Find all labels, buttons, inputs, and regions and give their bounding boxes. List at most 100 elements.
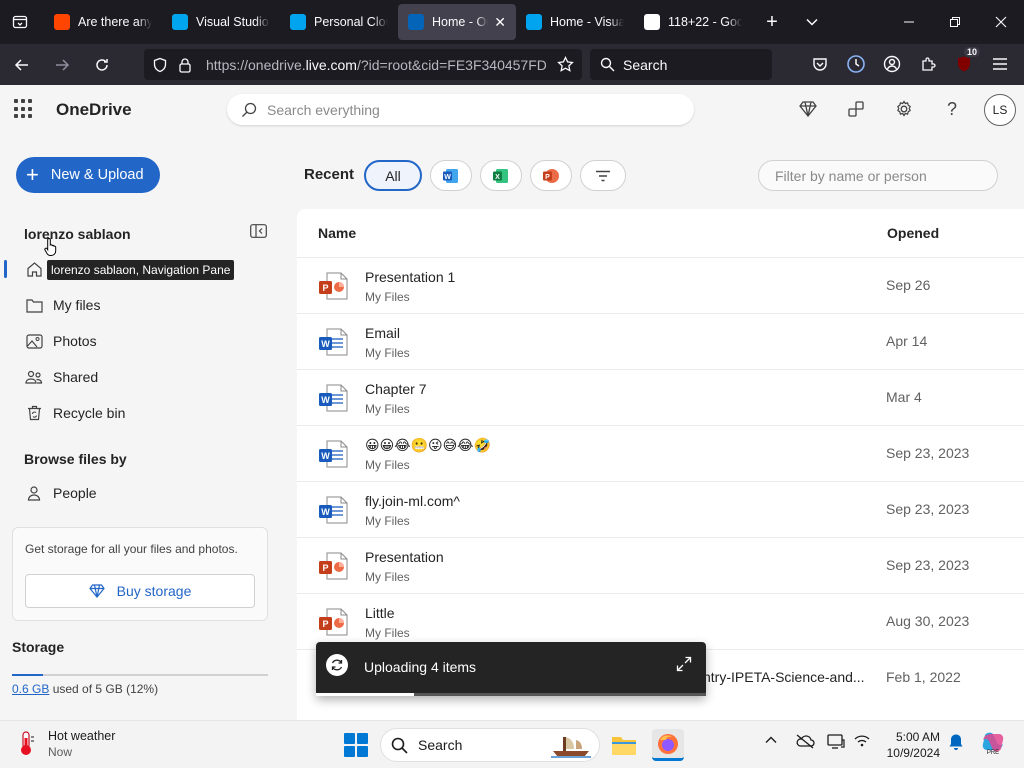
browser-search-placeholder: Search xyxy=(623,56,668,73)
new-and-upload-button[interactable]: + New & Upload xyxy=(16,157,160,193)
sidebar-item-people[interactable]: People xyxy=(0,475,280,511)
filter-word-pill[interactable]: W xyxy=(430,160,472,191)
extensions-puzzle-icon[interactable] xyxy=(910,48,946,80)
file-name[interactable]: Presentation xyxy=(365,549,444,565)
browser-tab[interactable]: 118+22 - Google xyxy=(634,4,752,40)
network-tray-icon[interactable] xyxy=(853,733,871,754)
storage-used-link[interactable]: 0.6 GB xyxy=(12,682,49,696)
display-tray-icon[interactable] xyxy=(827,733,845,754)
browser-tab[interactable]: Home - OneDrive ✕ xyxy=(398,4,516,40)
weather-widget[interactable]: Hot weather Now xyxy=(16,729,115,759)
user-name[interactable]: lorenzo sablaon xyxy=(24,226,131,242)
filter-excel-pill[interactable]: X xyxy=(480,160,522,191)
search-icon xyxy=(600,57,615,72)
app-launcher-icon[interactable] xyxy=(14,99,34,119)
search-everything-input[interactable]: Search everything xyxy=(227,94,694,125)
ublock-extension-icon[interactable]: 10 xyxy=(946,47,982,80)
sync-icon[interactable] xyxy=(844,97,868,121)
sidebar-item-shared[interactable]: Shared xyxy=(0,359,280,395)
bookmark-star-icon[interactable] xyxy=(557,56,574,73)
table-row[interactable]: W Email My Files Apr 14 xyxy=(297,313,1024,369)
browser-tab[interactable]: Are there any xyxy=(44,4,162,40)
pocket-icon[interactable] xyxy=(802,48,838,80)
file-name[interactable]: Little xyxy=(365,605,395,621)
tab-title: Visual Studio C xyxy=(196,15,270,29)
sidebar-item-photos[interactable]: Photos xyxy=(0,323,280,359)
browser-tab[interactable]: Home - Visual xyxy=(516,4,634,40)
extension-clock-icon[interactable] xyxy=(838,48,874,80)
lock-icon[interactable] xyxy=(178,57,192,73)
table-row[interactable]: W Chapter 7 My Files Mar 4 xyxy=(297,369,1024,425)
new-and-upload-label: New & Upload xyxy=(50,167,144,183)
settings-gear-icon[interactable] xyxy=(892,97,916,121)
filter-options-pill[interactable] xyxy=(580,160,626,191)
list-all-tabs-icon[interactable] xyxy=(792,4,832,40)
table-row[interactable]: W 😀😀😂😬😜😅😂🤣 My Files Sep 23, 2023 xyxy=(297,425,1024,481)
taskbar-clock[interactable]: 5:00 AM 10/9/2024 xyxy=(880,729,940,761)
url-domain: live.com xyxy=(305,56,357,73)
tab-title: Are there any xyxy=(78,15,152,29)
onedrive-brand[interactable]: OneDrive xyxy=(56,100,132,120)
buy-storage-button[interactable]: Buy storage xyxy=(25,574,255,608)
windows-taskbar: Hot weather Now Search 5:00 AM 10/9/2024… xyxy=(0,720,1024,768)
browse-files-by-heading: Browse files by xyxy=(24,451,127,467)
collapse-pane-icon[interactable] xyxy=(250,224,267,243)
firefox-taskbar-icon[interactable] xyxy=(652,729,684,761)
home-icon xyxy=(25,260,43,278)
table-row[interactable]: P Little My Files Aug 30, 2023 xyxy=(297,593,1024,649)
taskbar-search[interactable]: Search xyxy=(380,728,600,762)
svg-text:P: P xyxy=(322,563,328,573)
weather-title: Hot weather xyxy=(48,729,116,743)
premium-diamond-icon[interactable] xyxy=(796,97,820,121)
file-name[interactable]: ntry-IPETA-Science-and... xyxy=(703,669,865,685)
onedrive-cloud-tray-icon[interactable] xyxy=(795,733,815,754)
filter-powerpoint-pill[interactable]: P xyxy=(530,160,572,191)
menu-hamburger-icon[interactable] xyxy=(982,48,1018,80)
file-opened-date: Sep 26 xyxy=(886,277,931,293)
file-name[interactable]: 😀😀😂😬😜😅😂🤣 xyxy=(365,437,491,454)
column-header-opened[interactable]: Opened xyxy=(887,209,939,257)
notifications-bell-icon[interactable] xyxy=(948,733,964,756)
table-row[interactable]: P Presentation My Files Sep 23, 2023 xyxy=(297,537,1024,593)
help-icon[interactable]: ? xyxy=(940,97,964,121)
new-tab-button[interactable]: + xyxy=(752,4,792,40)
file-name[interactable]: Presentation 1 xyxy=(365,269,455,285)
close-tab-icon[interactable]: ✕ xyxy=(494,14,506,31)
reload-button[interactable] xyxy=(84,49,120,81)
account-icon[interactable] xyxy=(874,48,910,80)
file-name[interactable]: Email xyxy=(365,325,400,341)
upload-toast[interactable]: Uploading 4 items xyxy=(316,642,706,696)
file-explorer-icon[interactable] xyxy=(608,729,640,761)
shield-icon[interactable] xyxy=(152,57,168,73)
table-row[interactable]: Wfly.join-ml.com^ My Files Sep 23, 2023 xyxy=(297,481,1024,537)
sidebar-item-my-files[interactable]: My files xyxy=(0,287,280,323)
powerpoint-file-icon: P xyxy=(318,608,348,636)
image-icon xyxy=(25,332,43,350)
back-button[interactable] xyxy=(4,49,40,81)
search-icon xyxy=(391,737,408,754)
expand-icon[interactable] xyxy=(676,656,692,677)
address-bar[interactable]: https://onedrive.live.com/?id=root&cid=F… xyxy=(144,49,582,80)
forward-button[interactable] xyxy=(44,49,80,81)
sidebar-item-recycle-bin[interactable]: Recycle bin xyxy=(0,395,280,431)
close-window-button[interactable] xyxy=(978,0,1024,44)
copilot-icon[interactable]: PRE xyxy=(980,729,1006,760)
browser-search-bar[interactable]: Search xyxy=(590,49,772,80)
person-icon xyxy=(25,484,43,502)
minimize-button[interactable] xyxy=(886,0,932,44)
browser-tab[interactable]: Personal Cloud xyxy=(280,4,398,40)
tab-title: Personal Cloud xyxy=(314,15,388,29)
table-row[interactable]: P Presentation 1 My Files Sep 26 xyxy=(297,257,1024,313)
browser-tab[interactable]: Visual Studio C xyxy=(162,4,280,40)
start-windows-icon[interactable] xyxy=(344,733,368,757)
column-header-name[interactable]: Name xyxy=(318,209,356,257)
url-text[interactable]: https://onedrive.live.com/?id=root&cid=F… xyxy=(206,57,546,73)
filter-by-name-input[interactable]: Filter by name or person xyxy=(758,160,998,191)
filter-all-pill[interactable]: All xyxy=(364,160,422,191)
avatar[interactable]: LS xyxy=(984,94,1016,126)
file-name[interactable]: Chapter 7 xyxy=(365,381,426,397)
tab-list-icon[interactable] xyxy=(0,0,40,44)
show-hidden-icons-chevron-icon[interactable] xyxy=(764,733,778,752)
file-name[interactable]: fly.join-ml.com^ xyxy=(365,493,460,509)
restore-button[interactable] xyxy=(932,0,978,44)
